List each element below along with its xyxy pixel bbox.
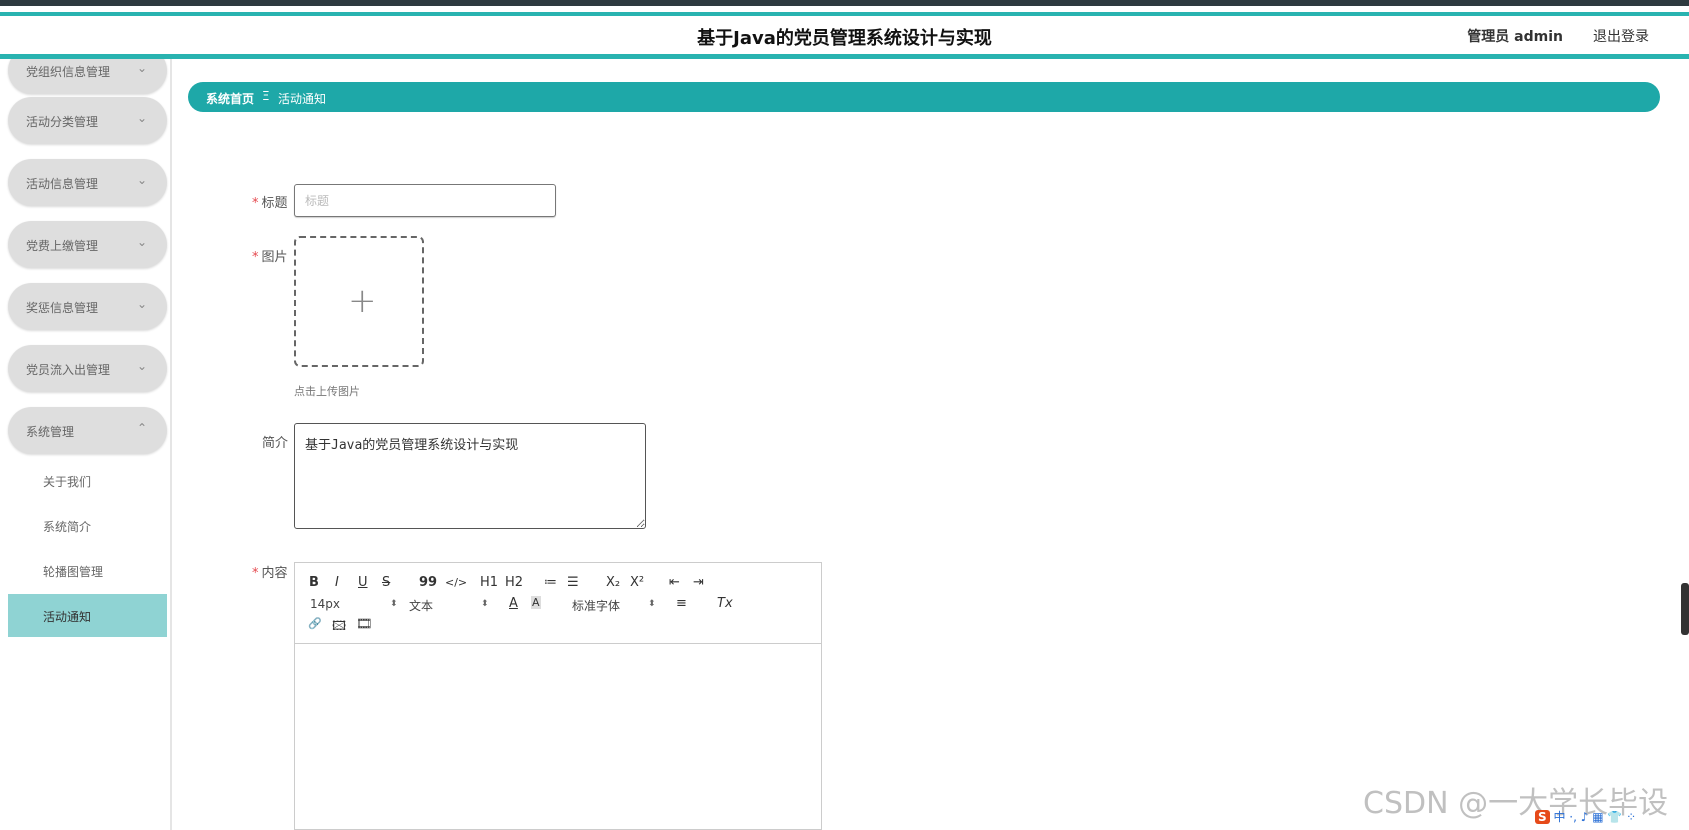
image-label-text: 图片: [261, 250, 288, 265]
rich-text-editor: B I U S 99 </> H1 H2 ≔ ☰ X₂ X² ⇤ ⇥ 14px …: [294, 562, 822, 830]
select-arrow-icon: ⬍: [390, 599, 398, 609]
chevron-down-icon: ⌄: [136, 297, 147, 311]
bullet-list-button[interactable]: ☰: [567, 575, 579, 590]
sidebar-item-party-fee[interactable]: 党费上缴管理 ⌄: [8, 221, 167, 268]
sidebar-item-rewards[interactable]: 奖惩信息管理 ⌄: [8, 283, 167, 330]
title-label-text: 标题: [261, 196, 288, 211]
content-label: * 内容: [252, 562, 288, 581]
ime-status: 中 ·, ♪ ▦ 👕 ⁘: [1553, 810, 1637, 824]
sidebar-subitem-notice[interactable]: 活动通知: [8, 594, 167, 637]
logout-button[interactable]: 退出登录: [1593, 26, 1649, 46]
image-upload-box[interactable]: +: [294, 236, 424, 367]
chevron-down-icon: ⌄: [136, 359, 147, 373]
chevron-down-icon: ⌄: [136, 173, 147, 187]
breadcrumb-home-link[interactable]: 系统首页: [206, 90, 254, 107]
h1-button[interactable]: H1: [480, 575, 498, 590]
sidebar-subitem-label: 轮播图管理: [43, 565, 104, 579]
h2-button[interactable]: H2: [505, 575, 523, 590]
chevron-down-icon: ⌄: [136, 111, 147, 125]
editor-toolbar: B I U S 99 </> H1 H2 ≔ ☰ X₂ X² ⇤ ⇥ 14px …: [295, 563, 821, 644]
sidebar-item-label: 奖惩信息管理: [26, 301, 99, 315]
code-block-button[interactable]: </>: [445, 576, 467, 589]
image-label: * 图片: [252, 246, 288, 265]
image-icon[interactable]: 🖾: [332, 617, 346, 639]
breadcrumb-separator: Ξ: [262, 89, 270, 103]
font-color-button[interactable]: A: [509, 596, 518, 611]
breadcrumb-current: 活动通知: [278, 92, 327, 106]
top-border: [0, 0, 1689, 6]
title-label: * 标题: [252, 192, 288, 211]
plus-icon: +: [348, 281, 377, 321]
sidebar-subitem-label: 关于我们: [43, 475, 92, 489]
bold-button[interactable]: B: [309, 575, 319, 590]
required-mark: *: [252, 196, 259, 211]
font-family-select[interactable]: 标准字体 ⬍: [572, 597, 656, 614]
italic-button[interactable]: I: [335, 575, 339, 590]
app-title: 基于Java的党员管理系统设计与实现: [697, 28, 992, 49]
sidebar-item-system[interactable]: 系统管理 ⌃: [8, 407, 167, 454]
header-select[interactable]: 文本 ⬍: [409, 597, 489, 614]
page-scrollbar-handle[interactable]: [1681, 583, 1689, 635]
clear-format-button[interactable]: Tx: [717, 596, 733, 611]
app-header: 基于Java的党员管理系统设计与实现 管理员 admin 退出登录: [0, 16, 1689, 59]
sidebar-subitem-label: 系统简介: [43, 520, 92, 534]
select-arrow-icon: ⬍: [481, 599, 489, 609]
title-input[interactable]: [294, 184, 556, 217]
sidebar-item-label: 党组织信息管理: [26, 65, 111, 79]
align-button[interactable]: ≡: [676, 596, 687, 611]
sidebar-item-activity-info[interactable]: 活动信息管理 ⌄: [8, 159, 167, 206]
sidebar-subitem-about[interactable]: 关于我们: [8, 459, 167, 502]
font-size-select[interactable]: 14px ⬍: [310, 597, 398, 611]
chevron-up-icon: ⌃: [136, 421, 147, 435]
ordered-list-button[interactable]: ≔: [544, 575, 557, 590]
upload-hint: 点击上传图片: [294, 385, 360, 398]
background-color-button[interactable]: A: [531, 596, 541, 609]
intro-label: 简介: [262, 436, 289, 451]
strike-button[interactable]: S: [382, 575, 390, 590]
subscript-button[interactable]: X₂: [606, 575, 620, 590]
ime-toolbar[interactable]: S 中 ·, ♪ ▦ 👕 ⁘: [1535, 808, 1685, 828]
link-icon[interactable]: 🔗: [308, 617, 322, 630]
sogou-logo-icon: S: [1535, 810, 1550, 824]
sidebar-subitem-label: 活动通知: [43, 610, 92, 624]
header-select-value: 文本: [409, 599, 434, 613]
video-icon[interactable]: 🎞: [356, 617, 373, 632]
indent-button[interactable]: ⇥: [693, 575, 704, 590]
superscript-button[interactable]: X²: [630, 575, 644, 590]
intro-textarea[interactable]: [294, 423, 646, 529]
sidebar-item-activity-category[interactable]: 活动分类管理 ⌄: [8, 97, 167, 144]
content-label-text: 内容: [261, 566, 288, 581]
admin-user-label: 管理员 admin: [1467, 29, 1563, 45]
editor-content-area[interactable]: [295, 644, 821, 830]
underline-button[interactable]: U: [358, 575, 368, 590]
sidebar-item-label: 系统管理: [26, 425, 75, 439]
sidebar-subitem-carousel[interactable]: 轮播图管理: [8, 549, 167, 592]
outdent-button[interactable]: ⇤: [669, 575, 680, 590]
quote-button[interactable]: 99: [419, 575, 437, 590]
required-mark: *: [252, 250, 259, 265]
sidebar-item-label: 活动信息管理: [26, 177, 99, 191]
sidebar-item-label: 党费上缴管理: [26, 239, 99, 253]
breadcrumb: 系统首页 Ξ 活动通知: [188, 82, 1660, 112]
required-mark: *: [252, 566, 259, 581]
select-arrow-icon: ⬍: [648, 599, 656, 609]
chevron-down-icon: ⌄: [136, 235, 147, 249]
chevron-down-icon: ⌄: [136, 61, 147, 75]
sidebar-item-label: 党员流入出管理: [26, 363, 111, 377]
sidebar-item-label: 活动分类管理: [26, 115, 99, 129]
sidebar-item-member-flow[interactable]: 党员流入出管理 ⌄: [8, 345, 167, 392]
sidebar-item-party-org[interactable]: 党组织信息管理 ⌄: [8, 59, 167, 94]
sidebar: 党组织信息管理 ⌄ 活动分类管理 ⌄ 活动信息管理 ⌄ 党费上缴管理 ⌄ 奖惩信…: [0, 59, 172, 830]
sidebar-subitem-intro[interactable]: 系统简介: [8, 504, 167, 547]
font-size-value: 14px: [310, 597, 340, 611]
font-family-value: 标准字体: [572, 599, 621, 613]
